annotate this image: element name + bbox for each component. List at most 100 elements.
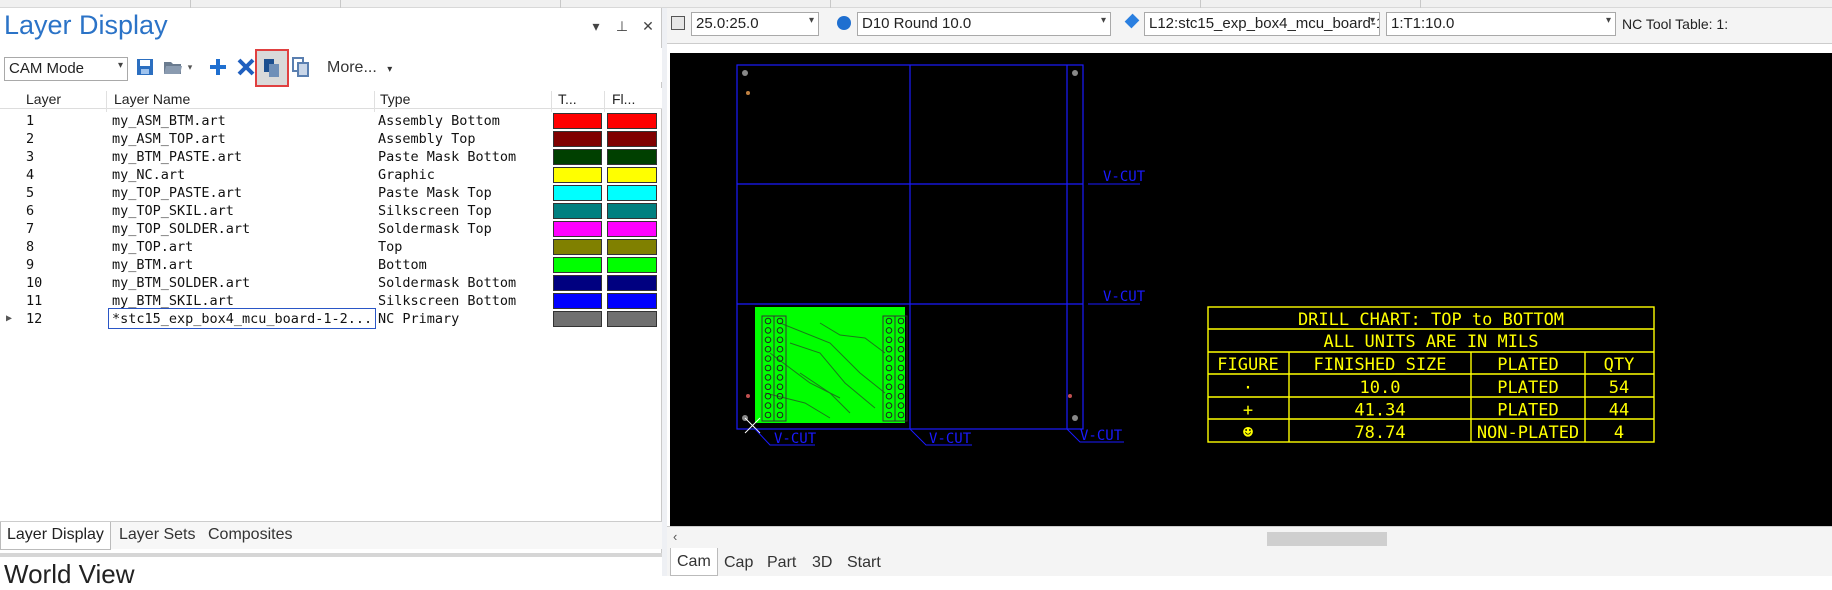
layer-icon	[1124, 13, 1140, 29]
chevron-down-icon: ▾	[1605, 15, 1611, 26]
layer-name: my_TOP_SKIL.art	[112, 203, 234, 219]
layer-name: my_BTM_SOLDER.art	[112, 275, 251, 291]
tab-3d[interactable]: 3D	[812, 554, 832, 572]
more-menu-button[interactable]: More... ▾	[327, 59, 392, 77]
drill-chart-cell: 41.34	[1354, 401, 1405, 421]
tool-select[interactable]: 1:T1:10.0 ▾	[1386, 12, 1616, 36]
open-dropdown-button[interactable]: ▾	[184, 56, 196, 78]
flip-color-swatch[interactable]	[607, 311, 657, 327]
col-layer-name[interactable]: Layer Name	[114, 91, 190, 107]
top-color-swatch[interactable]	[553, 167, 602, 183]
chevron-down-icon: ▾	[387, 64, 393, 75]
layer-type: Top	[378, 239, 403, 255]
tab-composites[interactable]: Composites	[208, 526, 292, 544]
drill-chart-title: DRILL CHART: TOP to BOTTOM	[1298, 310, 1564, 330]
mode-select[interactable]: CAM Mode ▾	[4, 57, 128, 81]
layer-type: Soldermask Top	[378, 221, 492, 237]
drill-chart-cell: +	[1243, 401, 1253, 421]
flip-color-swatch[interactable]	[607, 185, 657, 201]
top-color-swatch[interactable]	[553, 311, 602, 327]
top-color-swatch[interactable]	[553, 275, 602, 291]
flip-color-swatch[interactable]	[607, 113, 657, 129]
panel-title: Layer Display	[4, 10, 168, 40]
dcode-select[interactable]: D10 Round 10.0 ▾	[857, 12, 1111, 36]
grid-select[interactable]: 25.0:25.0 ▾	[691, 12, 819, 36]
scroll-left-icon[interactable]: ‹	[673, 529, 677, 544]
close-icon[interactable]: ✕	[640, 18, 656, 35]
scrollbar-thumb[interactable]	[1267, 532, 1387, 546]
top-color-swatch[interactable]	[553, 185, 602, 201]
horizontal-scrollbar[interactable]: ‹	[667, 526, 1832, 548]
cam-view-panel: 25.0:25.0 ▾ D10 Round 10.0 ▾ L12:stc15_exp…	[667, 8, 1832, 576]
top-color-swatch[interactable]	[553, 257, 602, 273]
flip-color-swatch[interactable]	[607, 275, 657, 291]
layer-type: Assembly Top	[378, 131, 476, 147]
tab-cam[interactable]: Cam	[670, 548, 718, 576]
table-row[interactable]: ▶ 12 *stc15_exp_box4_mcu_board-1-2... NC Pr…	[0, 308, 662, 329]
flip-color-swatch[interactable]	[607, 257, 657, 273]
col-layer[interactable]: Layer	[26, 91, 61, 107]
top-color-swatch[interactable]	[553, 221, 602, 237]
tab-layer-sets[interactable]: Layer Sets	[119, 526, 195, 544]
drill-chart-header: FINISHED_SIZE	[1313, 355, 1446, 375]
layer-name[interactable]: *stc15_exp_box4_mcu_board-1-2...	[112, 311, 374, 327]
layer-number: 5	[26, 185, 35, 201]
layer-number: 4	[26, 167, 35, 183]
pin-icon[interactable]: ⊥	[614, 18, 630, 35]
tab-start[interactable]: Start	[847, 554, 881, 572]
drill-chart-cell: ·	[1243, 378, 1253, 398]
top-color-swatch[interactable]	[553, 293, 602, 309]
paste-layer-button[interactable]	[290, 56, 312, 78]
layer-name: my_TOP_SOLDER.art	[112, 221, 251, 237]
cam-canvas[interactable]: V-CUT V-CUT V-CUT V-CUT V-CUT DRILL CHAR…	[670, 53, 1832, 526]
delete-layer-button[interactable]	[235, 56, 257, 78]
copy-layer-button[interactable]	[255, 49, 289, 87]
vcut-label: V-CUT	[1080, 428, 1123, 444]
dropdown-icon[interactable]: ▾	[588, 18, 604, 35]
flip-color-swatch[interactable]	[607, 221, 657, 237]
application-window: Layer Display ▾ ⊥ ✕ CAM Mode ▾ ▾ More...…	[0, 0, 1832, 589]
top-color-swatch[interactable]	[553, 239, 602, 255]
expand-icon[interactable]: ▶	[6, 313, 12, 324]
paste-icon	[292, 57, 309, 77]
drill-mark	[1068, 394, 1072, 398]
layer-name: my_TOP_PASTE.art	[112, 185, 243, 201]
save-button[interactable]	[134, 56, 156, 78]
flip-color-swatch[interactable]	[607, 239, 657, 255]
col-fl[interactable]: Fl...	[612, 91, 635, 107]
chevron-down-icon: ▾	[1369, 15, 1375, 26]
top-color-swatch[interactable]	[553, 131, 602, 147]
col-type[interactable]: Type	[380, 91, 410, 107]
drill-chart-cell: 4	[1614, 423, 1624, 443]
layer-type: Silkscreen Top	[378, 203, 492, 219]
flip-color-swatch[interactable]	[607, 203, 657, 219]
drill-chart-cell: ☻	[1243, 423, 1253, 443]
layer-name: my_BTM.art	[112, 257, 194, 273]
layer-type: Bottom	[378, 257, 427, 273]
layer-type: Graphic	[378, 167, 435, 183]
flip-color-swatch[interactable]	[607, 167, 657, 183]
folder-icon	[164, 62, 182, 74]
add-layer-button[interactable]	[207, 56, 229, 78]
top-color-swatch[interactable]	[553, 149, 602, 165]
x-icon	[237, 58, 255, 76]
drill-chart-header: QTY	[1604, 355, 1635, 375]
grid-select-value: 25.0:25.0	[696, 15, 759, 32]
layer-number: 2	[26, 131, 35, 147]
top-strip	[0, 0, 1832, 8]
top-color-swatch[interactable]	[553, 113, 602, 129]
layer-name: my_TOP.art	[112, 239, 194, 255]
tab-cap[interactable]: Cap	[724, 554, 753, 572]
layer-select[interactable]: L12:stc15_exp_box4_mcu_board-1-2.drl▾	[1144, 12, 1380, 36]
flip-color-swatch[interactable]	[607, 131, 657, 147]
top-color-swatch[interactable]	[553, 203, 602, 219]
col-t[interactable]: T...	[558, 91, 577, 107]
drill-chart-rows: · 10.0 PLATED 54 + 41.34 PLATED 44 ☻ 78.74 NON-PLA…	[1243, 378, 1629, 443]
flip-color-swatch[interactable]	[607, 293, 657, 309]
tab-part[interactable]: Part	[767, 554, 796, 572]
flip-color-swatch[interactable]	[607, 149, 657, 165]
tab-layer-display[interactable]: Layer Display	[0, 522, 111, 550]
panel-title-bar: Layer Display ▾ ⊥ ✕	[0, 8, 662, 46]
grid-icon	[671, 16, 685, 30]
open-button[interactable]	[162, 56, 184, 78]
